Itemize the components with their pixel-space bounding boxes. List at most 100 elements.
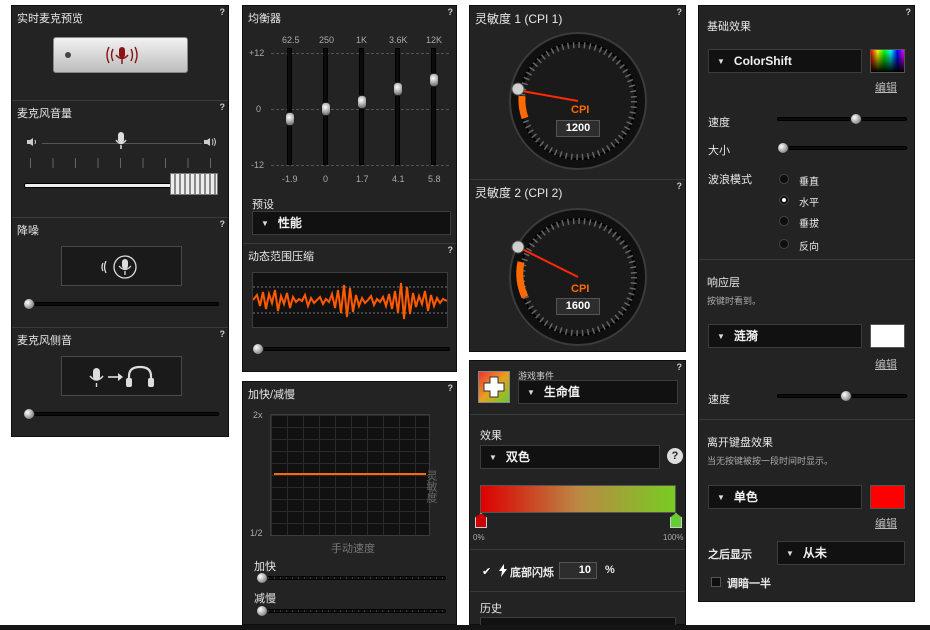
mic-preview-toggle-button[interactable] (53, 37, 188, 73)
cpi1-title: 灵敏度 1 (CPI 1) (475, 12, 563, 26)
divider (470, 414, 685, 415)
accelerate-slider-thumb[interactable] (256, 572, 268, 584)
base-speed-slider[interactable] (777, 117, 907, 121)
help-icon[interactable]: ? (677, 362, 683, 372)
base-speed-slider-thumb[interactable] (850, 113, 862, 125)
accelerate-label: 加快 (254, 561, 276, 573)
eq-preset-value: 性能 (277, 216, 302, 230)
audio-panel: 实时麦克预览 ? 麦克风音量 ? 降噪 ? 麦克风侧音 ? (11, 5, 229, 437)
flash-percent-input[interactable]: 10 (559, 562, 597, 579)
decelerate-slider[interactable] (256, 609, 446, 613)
eq-slider-62-5[interactable] (287, 48, 292, 165)
base-effect-edit-link[interactable]: 编辑 (875, 79, 897, 95)
acceleration-title: 加快/减慢 (248, 389, 296, 401)
drc-slider[interactable] (252, 347, 450, 351)
effect-dropdown[interactable]: ▼ 双色 (480, 445, 660, 469)
cpi2-section: 灵敏度 2 (CPI 2) ? CPI 1600 (470, 179, 685, 353)
sidetone-button[interactable] (61, 356, 182, 396)
wave-option-label: 反向 (799, 242, 819, 253)
show-after-dropdown[interactable]: ▼ 从未 (777, 541, 905, 565)
lighting-panel: 基础效果 ? ▼ ColorShift 编辑 速度 大小 波浪模式 垂直 水平 垂… (698, 5, 915, 602)
cpi2-dial[interactable] (508, 207, 648, 347)
chevron-down-icon: ▼ (261, 219, 269, 228)
flash-checkbox[interactable]: ✔ (482, 565, 491, 578)
decelerate-slider-thumb[interactable] (256, 605, 268, 617)
help-icon[interactable]: ? (220, 219, 226, 229)
wave-horizontal-radio[interactable] (779, 195, 789, 205)
colorshift-swatch[interactable] (870, 49, 905, 73)
response-edit-link[interactable]: 编辑 (875, 356, 897, 372)
mic-volume-slider-thumb[interactable] (170, 173, 218, 195)
base-speed-label: 速度 (708, 117, 730, 129)
response-effect-dropdown[interactable]: ▼ 涟漪 (708, 324, 862, 348)
noise-reduction-button[interactable] (61, 246, 182, 286)
response-color-swatch[interactable] (870, 324, 905, 348)
chevron-down-icon: ▼ (786, 549, 794, 558)
cpi1-value-box[interactable]: 1200 (556, 120, 600, 137)
eq-slider-3-6k[interactable] (395, 48, 400, 165)
sidetone-slider-thumb[interactable] (23, 408, 35, 420)
effect-help-icon[interactable]: ? (667, 448, 683, 464)
noise-reduction-slider[interactable] (24, 302, 219, 306)
gradient-bar (480, 485, 676, 513)
chevron-down-icon: ▼ (489, 453, 497, 462)
help-icon[interactable]: ? (220, 7, 226, 17)
base-size-slider-thumb[interactable] (777, 142, 789, 154)
mic-preview-section: 实时麦克预览 ? (12, 6, 228, 100)
eq-slider-thumb[interactable] (393, 82, 403, 96)
game-event-dropdown[interactable]: ▼ 生命值 (518, 380, 678, 404)
base-effect-value: ColorShift (733, 54, 792, 68)
eq-slider-thumb[interactable] (321, 102, 331, 116)
idle-color-swatch[interactable] (870, 485, 905, 509)
acceleration-panel: 加快/减慢 ? 2x 1/2 灵敏度 手动速度 加快 减慢 (242, 381, 457, 625)
sidetone-title: 麦克风侧音 (17, 335, 72, 347)
gradient-stop-red[interactable] (475, 513, 487, 528)
wave-vertical-radio[interactable] (779, 174, 789, 184)
wave-option-label: 垂直 (799, 177, 819, 188)
eq-slider-thumb[interactable] (357, 95, 367, 109)
wave-pull-radio[interactable] (779, 216, 789, 226)
sidetone-slider[interactable] (24, 412, 219, 416)
drc-slider-thumb[interactable] (252, 343, 264, 355)
response-speed-slider-thumb[interactable] (840, 390, 852, 402)
wave-mode-label: 波浪模式 (708, 174, 752, 186)
help-icon[interactable]: ? (906, 7, 912, 17)
idle-effect-dropdown[interactable]: ▼ 单色 (708, 485, 862, 509)
accel-y-bottom-label: 1/2 (250, 528, 263, 538)
health-event-icon[interactable] (478, 371, 510, 403)
lightning-icon (499, 564, 507, 577)
cpi1-dial[interactable] (508, 31, 648, 171)
divider (470, 549, 685, 550)
accelerate-slider[interactable] (256, 576, 446, 580)
eq-value-label: 0 (323, 174, 329, 184)
mic-volume-title: 麦克风音量 (17, 108, 72, 120)
dim-half-checkbox[interactable] (711, 577, 721, 587)
wave-reverse-radio[interactable] (779, 239, 789, 249)
help-icon[interactable]: ? (448, 7, 454, 17)
eq-preset-dropdown[interactable]: ▼ 性能 (252, 211, 451, 235)
wave-option-label: 垂拔 (799, 219, 819, 230)
help-icon[interactable]: ? (677, 7, 683, 17)
eq-slider-thumb[interactable] (429, 73, 439, 87)
microphone-icon (115, 132, 127, 149)
help-icon[interactable]: ? (677, 181, 683, 191)
cpi1-section: 灵敏度 1 (CPI 1) ? CPI 1200 (470, 6, 685, 179)
eq-freq-label: 62.5 (282, 35, 300, 45)
noise-reduction-title: 降噪 (17, 225, 39, 237)
help-icon[interactable]: ? (220, 329, 226, 339)
help-icon[interactable]: ? (448, 245, 454, 255)
eq-slider-12k[interactable] (431, 48, 436, 165)
eq-slider-thumb[interactable] (285, 112, 295, 126)
help-icon[interactable]: ? (220, 102, 226, 112)
idle-edit-link[interactable]: 编辑 (875, 515, 897, 531)
base-size-slider[interactable] (777, 146, 907, 150)
help-icon[interactable]: ? (448, 383, 454, 393)
eq-freq-label: 1K (356, 35, 368, 45)
gradient-stop-green[interactable] (670, 513, 682, 528)
noise-reduction-slider-thumb[interactable] (23, 298, 35, 310)
drc-section: 动态范围压缩 ? (243, 243, 456, 373)
base-effect-dropdown[interactable]: ▼ ColorShift (708, 49, 862, 73)
response-speed-label: 速度 (708, 394, 730, 406)
cpi2-value-box[interactable]: 1600 (556, 298, 600, 315)
idle-effect-subtitle: 当无按键被按一段时间时显示。 (707, 456, 834, 466)
